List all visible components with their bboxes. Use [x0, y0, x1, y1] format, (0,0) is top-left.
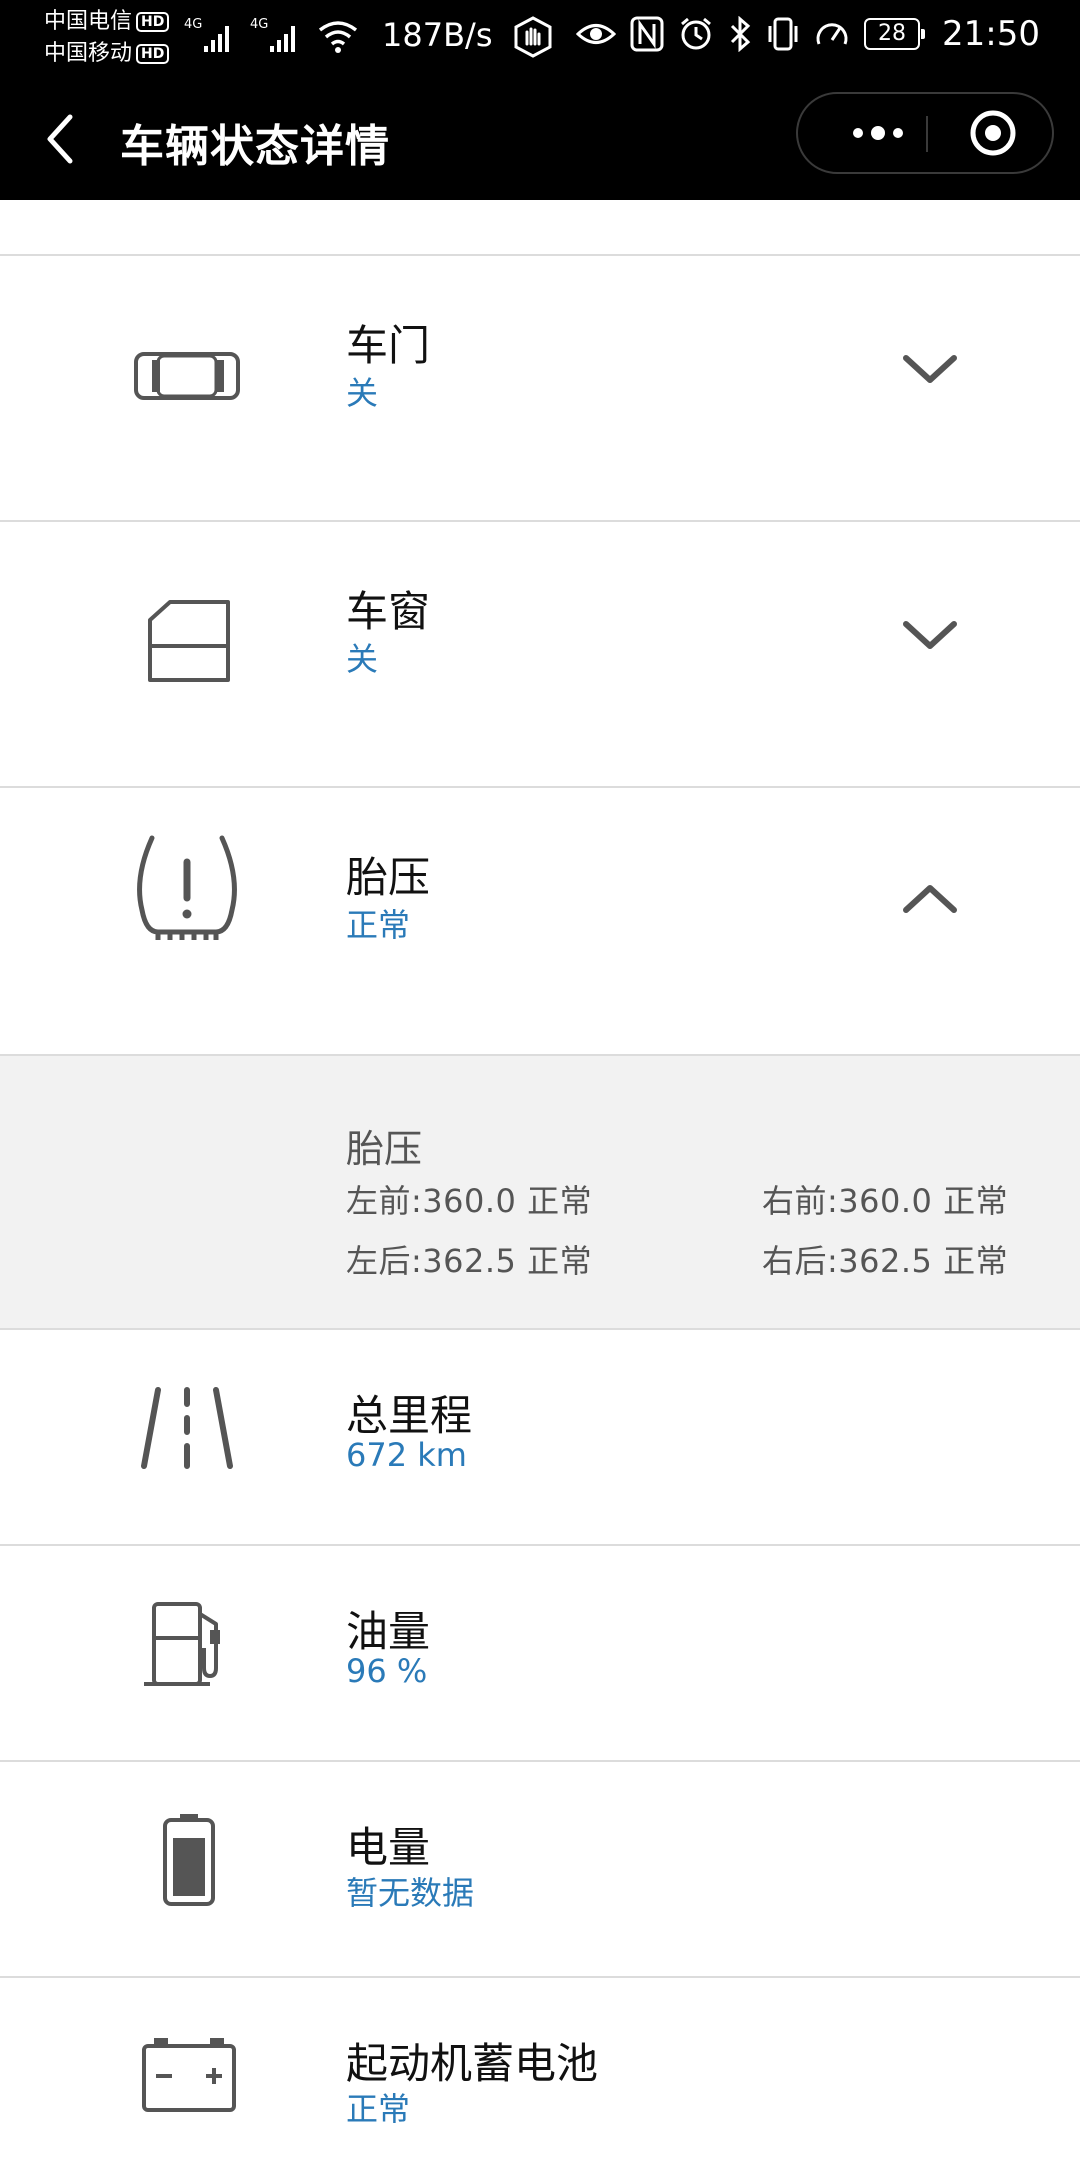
road-icon: [141, 1387, 233, 1469]
item-value: 96 %: [346, 1652, 428, 1690]
tire-pressure-icon: [137, 835, 237, 940]
hd-badge: HD: [136, 12, 170, 32]
item-value: 正常: [346, 2090, 411, 2128]
tire-front-left: 左前:360.0 正常: [346, 1182, 593, 1220]
page-title: 车辆状态详情: [120, 121, 390, 172]
item-value: 暂无数据: [346, 1874, 475, 1912]
chevron-down-icon[interactable]: [898, 614, 962, 654]
item-value: 关: [346, 374, 379, 412]
list-item-tire-pressure[interactable]: 胎压 正常: [0, 788, 1080, 1056]
item-label: 电量: [346, 1823, 431, 1872]
item-label: 车门: [346, 321, 431, 370]
item-value: 正常: [346, 906, 411, 944]
car-battery-icon: [142, 2038, 236, 2112]
list-item-charge: 电量 暂无数据: [0, 1762, 1080, 1978]
hand-icon: [514, 16, 552, 58]
item-label: 起动机蓄电池: [346, 2039, 599, 2088]
tire-pressure-detail: 胎压 左前:360.0 正常 右前:360.0 正常 左后:362.5 正常 右…: [0, 1056, 1080, 1330]
list-item-starter-battery: 起动机蓄电池 正常: [0, 1978, 1080, 2160]
dot-icon: [893, 128, 903, 138]
network-speed: 187B/s: [382, 16, 493, 54]
clock: 21:50: [942, 14, 1040, 54]
battery-status-icon: 28: [864, 18, 926, 50]
chevron-up-icon[interactable]: [898, 880, 962, 920]
svg-text:4G: 4G: [184, 17, 202, 32]
battery-icon: [163, 1814, 215, 1906]
item-label: 总里程: [346, 1391, 473, 1440]
mini-program-capsule: [796, 92, 1054, 174]
item-value: 关: [346, 640, 379, 678]
close-mini-program-button[interactable]: [970, 110, 1016, 156]
tire-rear-right: 右后:362.5 正常: [762, 1242, 1009, 1280]
list-top-divider: [0, 200, 1080, 256]
signal-icon: 4G: [184, 17, 229, 52]
more-button[interactable]: [828, 94, 928, 172]
item-value: 672 km: [346, 1436, 467, 1474]
nfc-icon: [630, 16, 664, 52]
carrier-2: 中国移动: [44, 41, 133, 66]
item-label: 车窗: [346, 587, 431, 636]
capsule-divider: [926, 116, 928, 152]
wifi-icon: [318, 21, 358, 53]
speedometer-icon: [816, 23, 848, 45]
list-item-doors[interactable]: 车门 关: [0, 256, 1080, 522]
signal-icon: 4G: [250, 17, 295, 52]
item-label: 胎压: [346, 853, 431, 902]
car-door-icon: [134, 352, 240, 400]
chevron-down-icon[interactable]: [898, 348, 962, 388]
status-bar: 中国电信 HD 中国移动 HD 4G 4G 187B/s 28 21:50: [0, 0, 1080, 78]
dot-icon: [871, 126, 885, 140]
tire-rear-left: 左后:362.5 正常: [346, 1242, 593, 1280]
list-item-fuel: 油量 96 %: [0, 1546, 1080, 1762]
tire-front-right: 右前:360.0 正常: [762, 1182, 1009, 1220]
carrier-info: 中国电信 HD 中国移动 HD: [44, 6, 170, 70]
bluetooth-icon: [730, 16, 751, 52]
status-icons: 28 21:50: [576, 14, 1040, 54]
hd-badge: HD: [136, 44, 170, 64]
svg-text:4G: 4G: [250, 17, 268, 32]
detail-title: 胎压: [346, 1127, 423, 1171]
dot-icon: [853, 128, 863, 138]
alarm-icon: [681, 17, 711, 50]
back-button[interactable]: [40, 111, 80, 167]
nav-bar: 车辆状态详情: [0, 78, 1080, 200]
eye-icon: [576, 24, 617, 44]
list-item-odometer: 总里程 672 km: [0, 1330, 1080, 1546]
item-label: 油量: [346, 1607, 431, 1656]
vibrate-icon: [768, 17, 798, 51]
carrier-1: 中国电信: [44, 9, 133, 34]
list-item-windows[interactable]: 车窗 关: [0, 522, 1080, 788]
car-window-icon: [148, 600, 230, 682]
fuel-icon: [144, 1602, 220, 1686]
